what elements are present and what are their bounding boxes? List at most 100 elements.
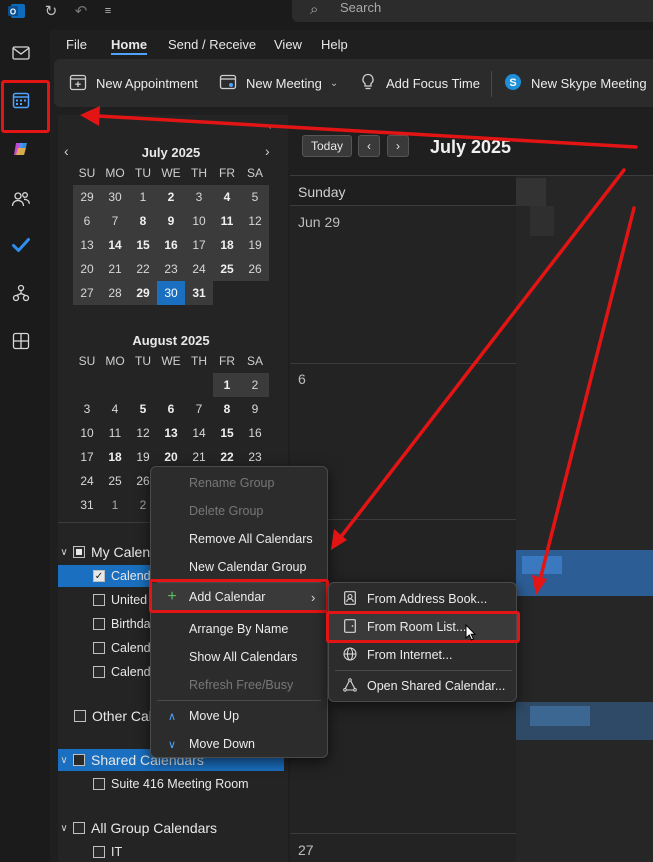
mini-calendar-day[interactable]: 10: [185, 209, 213, 233]
tab-send-receive[interactable]: Send / Receive: [168, 37, 256, 52]
mini-calendar-day[interactable]: 20: [73, 257, 101, 281]
mini-calendar-day[interactable]: 1: [101, 493, 129, 517]
mini-calendar-day[interactable]: 6: [73, 209, 101, 233]
new-appointment-button[interactable]: New Appointment: [68, 59, 198, 107]
mini-calendar-day[interactable]: 2: [157, 185, 185, 209]
tab-help[interactable]: Help: [321, 37, 348, 52]
mini-calendar-day[interactable]: 19: [241, 233, 269, 257]
mini-calendar-day[interactable]: 15: [129, 233, 157, 257]
mini-calendar-day[interactable]: 3: [185, 185, 213, 209]
menu-item-remove-all-calendars[interactable]: Remove All Calendars: [151, 525, 327, 553]
new-meeting-button[interactable]: New Meeting ⌄: [218, 59, 338, 107]
mini-calendar-day[interactable]: 5: [241, 185, 269, 209]
group-checkbox[interactable]: [73, 546, 85, 558]
mini-calendar-day[interactable]: 4: [101, 397, 129, 421]
chevron-down-icon[interactable]: ⌄: [330, 78, 338, 89]
calendar-item-suite416[interactable]: Suite 416 Meeting Room: [58, 773, 284, 795]
mini-calendar-day[interactable]: 1: [213, 373, 241, 397]
search-input[interactable]: ⌕ Search: [292, 0, 653, 22]
mini-calendar-day[interactable]: 10: [73, 421, 101, 445]
mini-calendar-day[interactable]: 7: [185, 397, 213, 421]
mini-calendar-day[interactable]: 18: [213, 233, 241, 257]
mini-calendar-day[interactable]: 21: [101, 257, 129, 281]
collapse-pane-icon[interactable]: ‹: [268, 121, 271, 132]
mini-calendar-day[interactable]: 13: [73, 233, 101, 257]
mini-calendar-day[interactable]: 8: [129, 209, 157, 233]
group-all-group-calendars[interactable]: ∨ All Group Calendars: [58, 817, 284, 839]
calendar-checkbox[interactable]: [93, 666, 105, 678]
calendar-checkbox[interactable]: [93, 594, 105, 606]
mini-calendar-day[interactable]: 31: [185, 281, 213, 305]
mini-calendar-day[interactable]: 9: [157, 209, 185, 233]
menu-item-from-internet[interactable]: From Internet...: [329, 641, 516, 669]
tab-file[interactable]: File: [66, 37, 87, 52]
mini-calendar-day[interactable]: 14: [101, 233, 129, 257]
todo-check-icon[interactable]: [10, 234, 32, 256]
menu-item-new-calendar-group[interactable]: New Calendar Group: [151, 553, 327, 581]
menu-item-arrange-by-name[interactable]: Arrange By Name: [151, 615, 327, 643]
menu-item-open-shared-calendar[interactable]: Open Shared Calendar...: [329, 672, 516, 700]
mini-calendar-day[interactable]: 28: [101, 281, 129, 305]
mini-calendar-day[interactable]: 16: [241, 421, 269, 445]
mini-calendar-day[interactable]: 23: [157, 257, 185, 281]
cell-date-6[interactable]: 6: [298, 371, 306, 387]
today-button[interactable]: Today: [302, 135, 352, 157]
calendar-checkbox[interactable]: [93, 618, 105, 630]
next-period-button[interactable]: ›: [387, 135, 409, 157]
mini-calendar-day[interactable]: 30: [101, 185, 129, 209]
sync-icon[interactable]: ↻: [40, 0, 62, 22]
menu-item-move-up[interactable]: ∧ Move Up: [151, 702, 327, 730]
mini-calendar-day[interactable]: 18: [101, 445, 129, 469]
mini-calendar-day[interactable]: 29: [73, 185, 101, 209]
mini-calendar-day[interactable]: 12: [241, 209, 269, 233]
mini-calendar-day[interactable]: 1: [129, 185, 157, 209]
mini-calendar-day[interactable]: 27: [73, 281, 101, 305]
org-explorer-icon[interactable]: [10, 282, 32, 304]
mini-calendar-day[interactable]: 16: [157, 233, 185, 257]
mini-calendar-day[interactable]: 3: [73, 397, 101, 421]
mini-calendar-day[interactable]: 17: [185, 233, 213, 257]
tab-home[interactable]: Home: [111, 37, 148, 55]
mini-calendar-day[interactable]: 11: [101, 421, 129, 445]
apps-icon[interactable]: [10, 330, 32, 352]
mini-calendar-day[interactable]: 26: [241, 257, 269, 281]
mini-calendar-day[interactable]: 8: [213, 397, 241, 421]
cell-date-27[interactable]: 27: [298, 842, 314, 858]
menu-item-move-down[interactable]: ∨ Move Down: [151, 730, 327, 758]
mini-calendar-day[interactable]: 11: [213, 209, 241, 233]
mini-calendar-day[interactable]: 31: [73, 493, 101, 517]
mini-calendar-day[interactable]: 14: [185, 421, 213, 445]
mini-calendar-day[interactable]: 5: [129, 397, 157, 421]
copilot-icon[interactable]: [10, 138, 32, 160]
group-checkbox[interactable]: [73, 822, 85, 834]
menu-item-delete-group[interactable]: Delete Group: [151, 497, 327, 525]
mail-icon[interactable]: [10, 42, 32, 64]
calendar-checkbox[interactable]: ✓: [93, 570, 105, 582]
mini-calendar-day[interactable]: 7: [101, 209, 129, 233]
cell-date-jun29[interactable]: Jun 29: [298, 214, 340, 230]
menu-item-refresh-free-busy[interactable]: Refresh Free/Busy: [151, 671, 327, 699]
mini-calendar-day[interactable]: 15: [213, 421, 241, 445]
mini-calendar-day[interactable]: 19: [129, 445, 157, 469]
menu-item-show-all-calendars[interactable]: Show All Calendars: [151, 643, 327, 671]
group-checkbox[interactable]: [74, 710, 86, 722]
calendar-checkbox[interactable]: [93, 642, 105, 654]
mini-calendar-day[interactable]: 12: [129, 421, 157, 445]
calendar-checkbox[interactable]: [93, 846, 105, 858]
previous-period-button[interactable]: ‹: [358, 135, 380, 157]
mini-calendar-day[interactable]: 24: [185, 257, 213, 281]
mini-calendar-day[interactable]: 30: [157, 281, 185, 305]
mini-calendar-day[interactable]: 2: [241, 373, 269, 397]
mini-calendar-day[interactable]: 4: [213, 185, 241, 209]
next-month-icon[interactable]: ›: [265, 143, 270, 159]
calendar-item-it[interactable]: IT: [58, 841, 284, 862]
mini-calendar-day[interactable]: 6: [157, 397, 185, 421]
mini-calendar-day[interactable]: 9: [241, 397, 269, 421]
group-checkbox[interactable]: [73, 754, 85, 766]
mini-calendar-day[interactable]: 24: [73, 469, 101, 493]
mini-calendar-day[interactable]: 29: [129, 281, 157, 305]
people-icon[interactable]: [10, 188, 32, 210]
menu-item-rename-group[interactable]: Rename Group: [151, 469, 327, 497]
mini-calendar-day[interactable]: 17: [73, 445, 101, 469]
add-focus-time-button[interactable]: Add Focus Time: [358, 59, 480, 107]
